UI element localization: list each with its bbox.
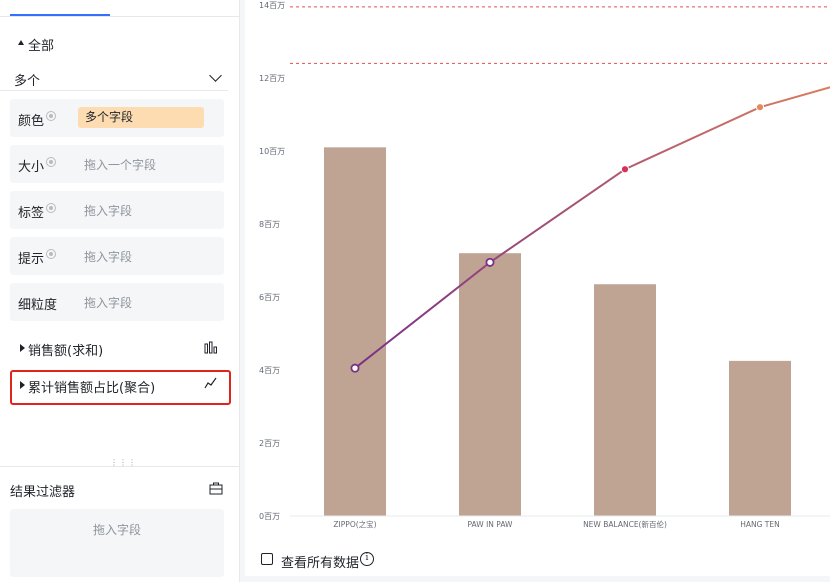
config-panel: 全部 多个 颜色 多个字段 大小 拖入一个字段 标签 拖入字段 提示 拖入字段 [0, 0, 240, 582]
field-hint-tooltip: 拖入字段 [84, 250, 133, 264]
filter-title: 结果过滤器 [10, 485, 76, 500]
bar[interactable] [594, 284, 656, 516]
chart-footer: 查看所有数据 i [245, 546, 830, 576]
field-tooltip[interactable]: 提示 拖入字段 [10, 237, 224, 275]
x-tick-label: ZIPPO(之宝) [333, 519, 376, 529]
filter-drop-hint: 拖入字段 [92, 523, 141, 537]
field-label-tooltip: 提示 [18, 252, 45, 267]
y-tick-label: 2百万 [259, 439, 280, 448]
cumulative-line [354, 86, 830, 369]
bar[interactable] [324, 147, 386, 516]
bar[interactable] [459, 253, 521, 516]
mark-type-select[interactable]: 多个 [0, 66, 228, 91]
measure-label: 销售额(求和) [28, 344, 104, 359]
briefcase-icon[interactable] [209, 482, 223, 495]
line-series [350, 86, 830, 373]
field-label[interactable]: 标签 拖入字段 [10, 191, 224, 229]
field-granularity[interactable]: 细粒度 拖入字段 [10, 283, 224, 321]
view-all-checkbox[interactable] [261, 553, 273, 565]
caret-right-icon [20, 344, 25, 352]
all-label: 全部 [28, 39, 55, 54]
y-tick-label: 0百万 [259, 512, 280, 521]
y-tick-label: 12百万 [259, 74, 285, 83]
field-hint-size: 拖入一个字段 [84, 158, 157, 172]
field-chip-color[interactable]: 多个字段 [78, 107, 204, 128]
mark-type-value: 多个 [14, 74, 41, 89]
view-all-label: 查看所有数据 [281, 556, 360, 571]
line-point[interactable] [485, 257, 495, 267]
panel-tabs [0, 0, 240, 17]
y-tick-label: 6百万 [259, 293, 280, 302]
x-tick-label: HANG TEN [740, 520, 780, 529]
field-color[interactable]: 颜色 多个字段 [10, 99, 224, 137]
pareto-chart: 0百万 2百万 4百万 6百万 8百万 10百万 12百万 14百万 ZIPPO(之宝) PAW… [259, 1, 830, 529]
chevron-down-icon [209, 69, 222, 82]
y-tick-label: 4百万 [259, 366, 280, 375]
field-label-granularity: 细粒度 [18, 298, 58, 313]
x-tick-label: PAW IN PAW [468, 520, 514, 529]
filter-drop-zone[interactable]: 拖入字段 [10, 509, 224, 577]
y-tick-label: 8百万 [259, 220, 280, 229]
settings-icon[interactable] [46, 249, 56, 259]
caret-up-icon [18, 40, 24, 45]
app-root: 全部 多个 颜色 多个字段 大小 拖入一个字段 标签 拖入字段 提示 拖入字段 [0, 0, 830, 582]
bar[interactable] [729, 360, 791, 516]
x-tick-label: NEW BALANCE(新百伦) [583, 519, 667, 529]
line-point[interactable] [755, 103, 765, 112]
settings-icon[interactable] [46, 203, 56, 213]
measure-sales-sum[interactable]: 销售额(求和) [10, 335, 230, 363]
tab-active[interactable] [0, 0, 110, 16]
field-label-color: 颜色 [18, 114, 45, 129]
info-icon[interactable]: i [360, 552, 374, 566]
field-label-label: 标签 [18, 206, 45, 221]
y-axis: 0百万 2百万 4百万 6百万 8百万 10百万 12百万 14百万 [259, 1, 285, 521]
chart-panel: 0百万 2百万 4百万 6百万 8百万 10百万 12百万 14百万 ZIPPO(之宝) PAW… [245, 0, 830, 576]
x-axis: ZIPPO(之宝) PAW IN PAW NEW BALANCE(新百伦) HANG … [333, 519, 779, 529]
all-group-toggle[interactable]: 全部 [10, 34, 130, 54]
bar-chart-icon[interactable] [204, 341, 218, 354]
reference-lines [290, 6, 830, 64]
settings-icon[interactable] [46, 157, 56, 167]
bar-series [324, 147, 791, 516]
line-point[interactable] [350, 363, 360, 373]
result-filter-section: 结果过滤器 拖入字段 [0, 466, 240, 582]
line-point[interactable] [620, 165, 630, 174]
settings-icon[interactable] [46, 111, 56, 121]
field-label-size: 大小 [18, 160, 45, 175]
y-tick-label: 10百万 [259, 147, 285, 156]
tab-inactive[interactable] [120, 0, 230, 16]
y-tick-label: 14百万 [259, 1, 285, 10]
field-size[interactable]: 大小 拖入一个字段 [10, 145, 224, 183]
highlight-box [10, 370, 231, 405]
field-hint-granularity: 拖入字段 [84, 296, 133, 310]
field-hint-label: 拖入字段 [84, 204, 133, 218]
